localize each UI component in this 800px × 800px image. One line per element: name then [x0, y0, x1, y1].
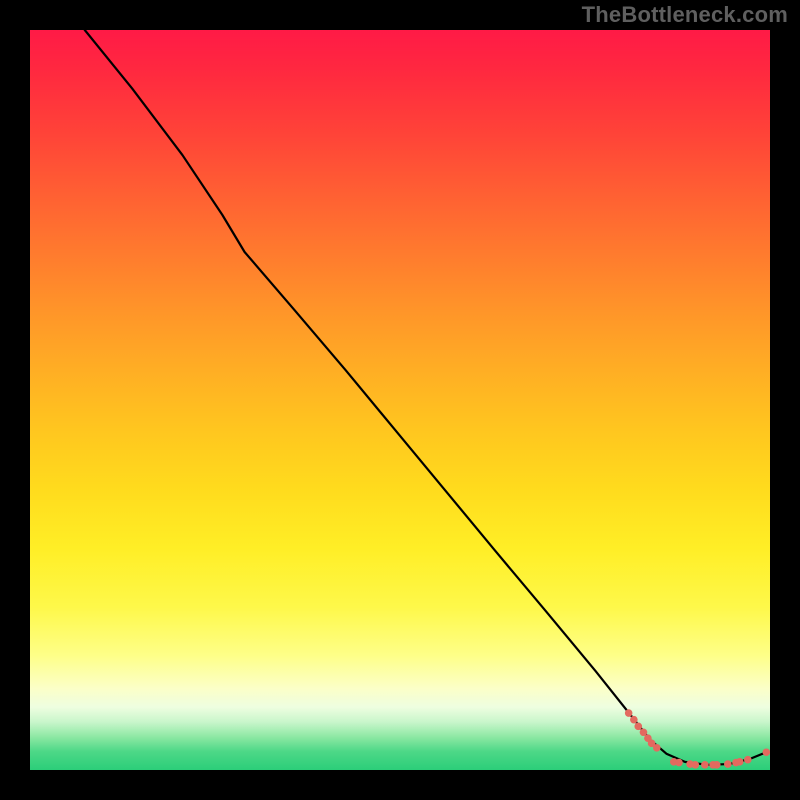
scatter-point — [724, 760, 732, 768]
scatter-point — [691, 761, 699, 769]
chart-overlay — [30, 30, 770, 770]
scatter-point — [630, 716, 638, 724]
scatter-point — [744, 756, 752, 764]
scatter-point — [713, 761, 721, 769]
watermark-text: TheBottleneck.com — [582, 2, 788, 28]
scatter-point — [701, 761, 709, 769]
highlight-points — [625, 709, 770, 768]
scatter-point — [625, 709, 633, 717]
scatter-point — [634, 723, 642, 731]
plot-area — [30, 30, 770, 770]
scatter-point — [653, 744, 661, 752]
scatter-point — [675, 759, 683, 767]
chart-stage: TheBottleneck.com — [0, 0, 800, 800]
scatter-point — [763, 748, 771, 756]
scatter-point — [736, 758, 744, 766]
bottleneck-curve — [85, 30, 767, 765]
